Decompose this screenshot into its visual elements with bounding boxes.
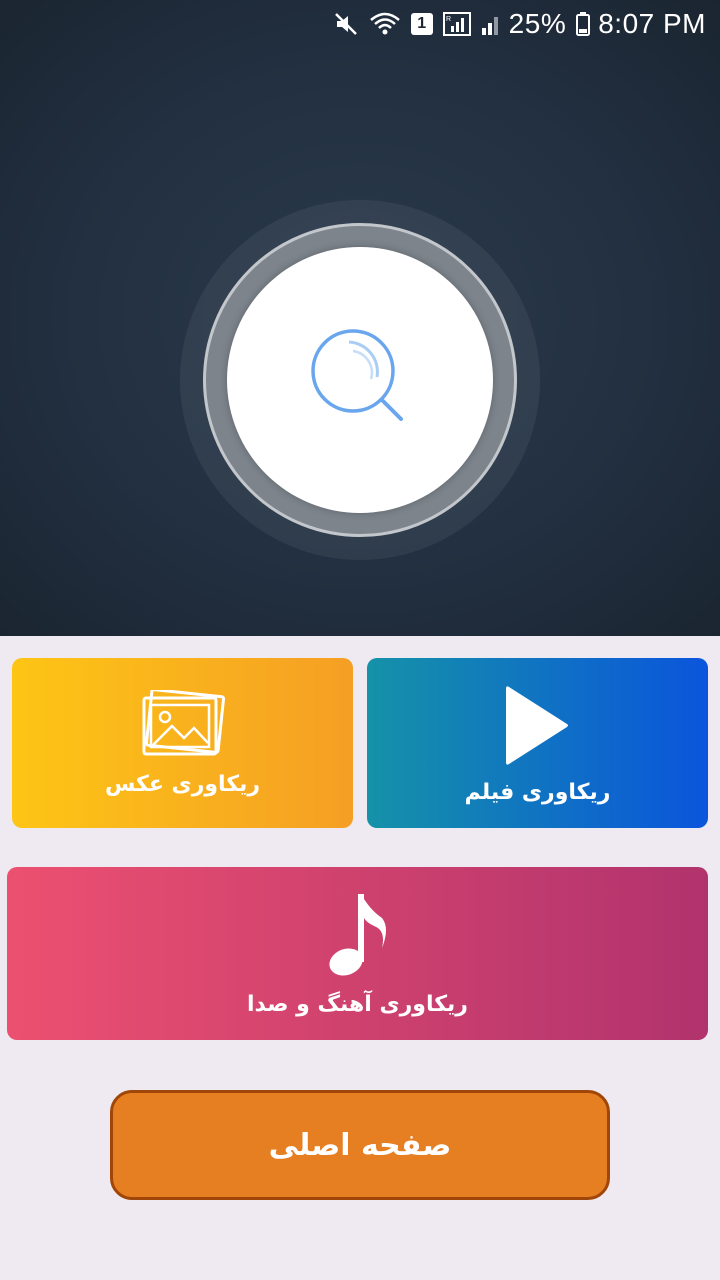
video-recovery-label: ریکاوری فیلم — [464, 779, 611, 805]
battery-icon — [576, 11, 591, 37]
battery-percent: 25% — [508, 8, 567, 39]
svg-text:R: R — [446, 16, 451, 23]
photo-recovery-label: ریکاوری عکس — [104, 771, 261, 797]
signal-icon: R — [442, 11, 471, 37]
photo-gallery-icon — [140, 687, 226, 764]
hero-section: 1 R 25% 8:07 PM — [0, 0, 720, 636]
signal-weak-icon — [481, 12, 501, 36]
play-icon — [503, 682, 573, 772]
clock: 8:07 PM — [598, 8, 706, 39]
search-icon — [305, 323, 415, 437]
music-note-icon — [326, 890, 390, 984]
photo-recovery-card[interactable]: ریکاوری عکس — [12, 658, 353, 828]
wifi-icon — [369, 11, 401, 37]
music-recovery-card[interactable]: ریکاوری آهنگ و صدا — [7, 867, 708, 1040]
music-recovery-label: ریکاوری آهنگ و صدا — [247, 992, 468, 1017]
status-bar: 1 R 25% 8:07 PM — [0, 0, 720, 48]
video-recovery-card[interactable]: ریکاوری فیلم — [367, 658, 708, 828]
home-button-label: صفحه اصلی — [268, 1127, 452, 1163]
mute-icon — [333, 11, 359, 37]
home-button[interactable]: صفحه اصلی — [110, 1090, 610, 1200]
sim-icon: 1 — [410, 13, 433, 35]
scanner-button[interactable] — [227, 247, 493, 513]
